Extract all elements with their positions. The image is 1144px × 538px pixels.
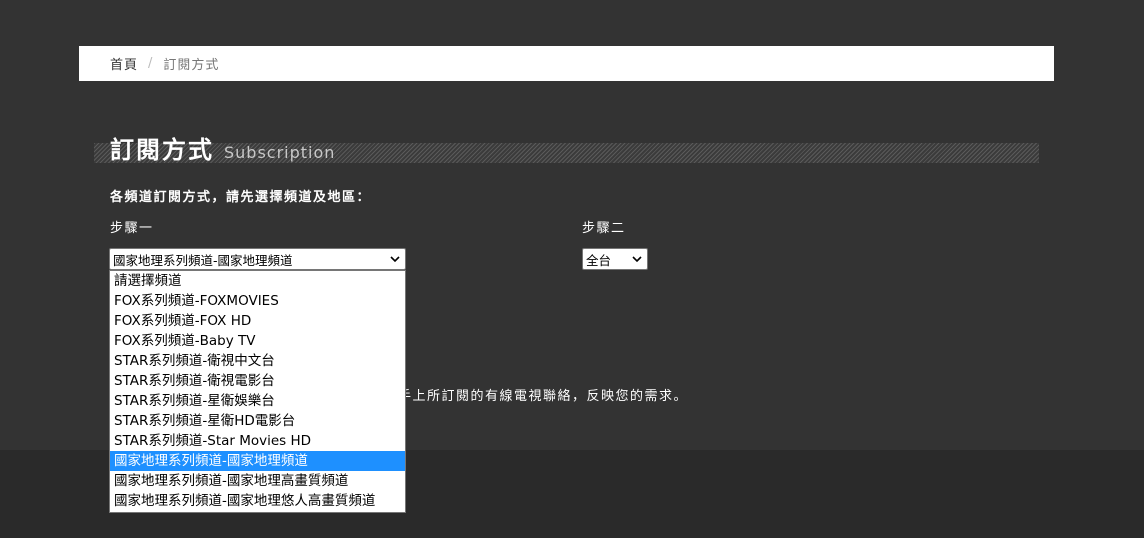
channel-option[interactable]: STAR系列頻道-衛視電影台 (110, 371, 405, 391)
channel-select[interactable]: 國家地理系列頻道-國家地理頻道 (109, 248, 406, 270)
channel-option-selected[interactable]: 國家地理系列頻道-國家地理頻道 (110, 451, 405, 471)
page-subtitle: Subscription (224, 143, 336, 162)
channel-option[interactable]: 國家地理系列頻道-國家地理悠人高畫質頻道 (110, 491, 405, 511)
subscription-note: 手上所訂閱的有線電視聯絡，反映您的需求。 (398, 389, 689, 404)
channel-option[interactable]: FOX系列頻道-Baby TV (110, 331, 405, 351)
region-select-value: 全台 (586, 252, 612, 268)
page-title: 訂閱方式 (110, 136, 214, 164)
step1-label: 步驟一 (110, 221, 154, 236)
channel-option[interactable]: FOX系列頻道-FOX HD (110, 311, 405, 331)
channel-option[interactable]: STAR系列頻道-星衛HD電影台 (110, 411, 405, 431)
channel-option[interactable]: STAR系列頻道-Star Movies HD (110, 431, 405, 451)
intro-text: 各頻道訂閱方式，請先選擇頻道及地區： (110, 190, 372, 205)
channel-dropdown-list: 請選擇頻道 FOX系列頻道-FOXMOVIES FOX系列頻道-FOX HD F… (109, 270, 406, 513)
page-heading: 訂閱方式 Subscription (110, 130, 335, 165)
chevron-down-icon (632, 256, 642, 263)
breadcrumb-current: 訂閱方式 (163, 58, 220, 73)
chevron-down-icon (390, 256, 400, 263)
channel-option[interactable]: 請選擇頻道 (110, 271, 405, 291)
channel-option[interactable]: FOX系列頻道-FOXMOVIES (110, 291, 405, 311)
channel-select-value: 國家地理系列頻道-國家地理頻道 (113, 252, 293, 268)
breadcrumb-separator: / (148, 56, 154, 71)
breadcrumb-home-link[interactable]: 首頁 (110, 54, 138, 73)
breadcrumb: 首頁 / 訂閱方式 (79, 46, 1054, 81)
channel-option[interactable]: 國家地理系列頻道-國家地理高畫質頻道 (110, 471, 405, 491)
region-select[interactable]: 全台 (582, 248, 648, 270)
channel-option[interactable]: STAR系列頻道-星衛娛樂台 (110, 391, 405, 411)
channel-option[interactable]: STAR系列頻道-衛視中文台 (110, 351, 405, 371)
step2-label: 步驟二 (582, 221, 626, 236)
